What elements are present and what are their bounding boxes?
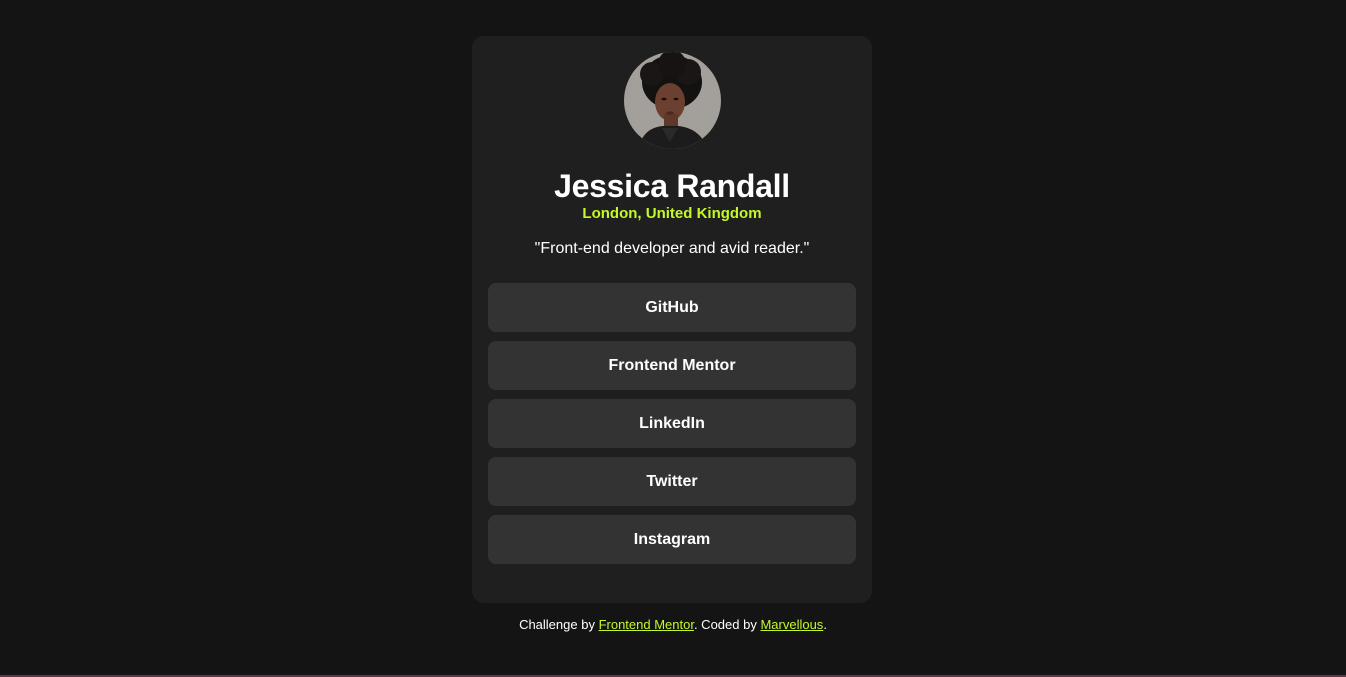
instagram-link-button[interactable]: Instagram — [488, 515, 856, 564]
profile-card: Jessica Randall London, United Kingdom "… — [472, 36, 872, 603]
footer-prefix: Challenge by — [519, 617, 599, 632]
author-footer-link[interactable]: Marvellous — [760, 617, 823, 632]
social-links-list: GitHub Frontend Mentor LinkedIn Twitter … — [488, 283, 856, 564]
twitter-link-button[interactable]: Twitter — [488, 457, 856, 506]
linkedin-link-button[interactable]: LinkedIn — [488, 399, 856, 448]
frontend-mentor-footer-link[interactable]: Frontend Mentor — [599, 617, 694, 632]
profile-name: Jessica Randall — [554, 168, 790, 204]
attribution-footer: Challenge by Frontend Mentor. Coded by M… — [0, 617, 1346, 633]
github-link-button[interactable]: GitHub — [488, 283, 856, 332]
footer-suffix: . — [823, 617, 827, 632]
footer-middle: . Coded by — [693, 617, 761, 632]
profile-bio: "Front-end developer and avid reader." — [534, 240, 810, 257]
frontend-mentor-link-button[interactable]: Frontend Mentor — [488, 341, 856, 390]
profile-location: London, United Kingdom — [582, 205, 762, 222]
avatar — [623, 52, 721, 149]
